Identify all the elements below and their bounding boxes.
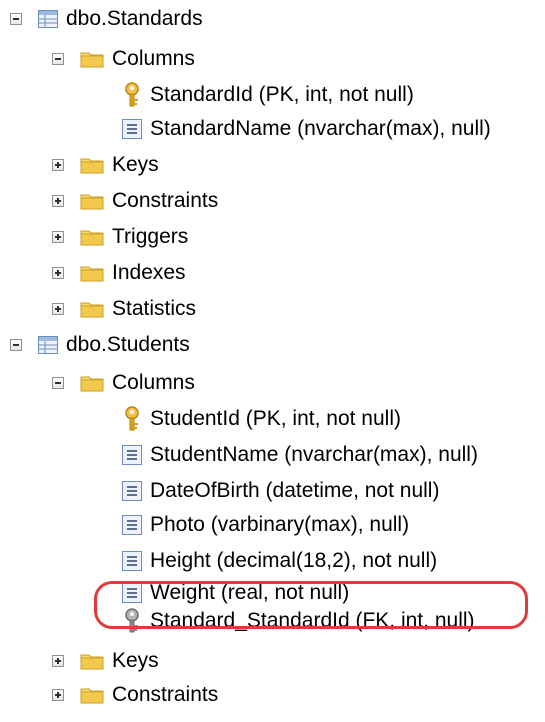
folder-icon (80, 652, 104, 670)
tree-node-standards-constraints[interactable]: Constraints (52, 186, 218, 216)
column-label: StudentId (PK, int, not null) (150, 407, 401, 430)
tree-node-dbo-students[interactable]: dbo.Students (10, 330, 190, 360)
column-studentname[interactable]: StudentName (nvarchar(max), null) (122, 440, 478, 470)
object-explorer-tree: dbo.Standards Columns StandardId (PK, in… (0, 0, 545, 722)
column-label: DateOfBirth (datetime, not null) (150, 479, 440, 502)
table-label: dbo.Students (66, 333, 190, 356)
folder-icon (80, 374, 104, 392)
column-icon (122, 515, 142, 535)
collapse-icon[interactable] (10, 339, 22, 351)
primary-key-icon (122, 82, 142, 108)
column-icon (122, 583, 142, 603)
folder-icon (80, 192, 104, 210)
column-icon (122, 119, 142, 139)
column-photo[interactable]: Photo (varbinary(max), null) (122, 510, 409, 540)
tree-node-standards-statistics[interactable]: Statistics (52, 294, 196, 324)
column-height[interactable]: Height (decimal(18,2), not null) (122, 546, 437, 576)
folder-label: Statistics (112, 297, 197, 320)
expand-icon[interactable] (52, 159, 64, 171)
primary-key-icon (122, 406, 142, 432)
column-icon (122, 481, 142, 501)
folder-icon (80, 228, 104, 246)
collapse-icon[interactable] (52, 53, 64, 65)
column-label: Photo (varbinary(max), null) (150, 513, 410, 536)
folder-icon (80, 300, 104, 318)
column-label: StandardName (nvarchar(max), null) (150, 117, 491, 140)
expand-icon[interactable] (52, 195, 64, 207)
tree-node-standards-triggers[interactable]: Triggers (52, 222, 188, 252)
column-label: Weight (real, not null) (150, 581, 350, 604)
table-icon (38, 336, 58, 354)
column-label: StudentName (nvarchar(max), null) (150, 443, 478, 466)
folder-label: Keys (112, 153, 159, 176)
tree-node-standards-keys[interactable]: Keys (52, 150, 159, 180)
expand-icon[interactable] (52, 689, 64, 701)
column-dateofbirth[interactable]: DateOfBirth (datetime, not null) (122, 476, 439, 506)
folder-icon (80, 50, 104, 68)
column-weight[interactable]: Weight (real, not null) (122, 578, 349, 608)
column-label: StandardId (PK, int, not null) (150, 83, 414, 106)
column-standardid[interactable]: StandardId (PK, int, not null) (122, 80, 414, 110)
column-icon (122, 445, 142, 465)
tree-node-dbo-standards[interactable]: dbo.Standards (10, 4, 203, 34)
tree-node-students-constraints[interactable]: Constraints (52, 680, 218, 710)
folder-label: Constraints (112, 683, 219, 706)
expand-icon[interactable] (52, 303, 64, 315)
expand-icon[interactable] (52, 655, 64, 667)
tree-node-standards-columns[interactable]: Columns (52, 44, 195, 74)
table-icon (38, 10, 58, 28)
tree-node-students-keys[interactable]: Keys (52, 646, 159, 676)
column-icon (122, 551, 142, 571)
foreign-key-icon (122, 608, 142, 634)
folder-label: Constraints (112, 189, 219, 212)
folder-label: Columns (112, 47, 195, 70)
column-studentid[interactable]: StudentId (PK, int, not null) (122, 404, 401, 434)
column-standard-standardid[interactable]: Standard_StandardId (FK, int, null) (122, 606, 475, 636)
collapse-icon[interactable] (10, 13, 22, 25)
folder-icon (80, 156, 104, 174)
tree-node-standards-indexes[interactable]: Indexes (52, 258, 186, 288)
expand-icon[interactable] (52, 267, 64, 279)
folder-label: Keys (112, 649, 159, 672)
tree-node-students-columns[interactable]: Columns (52, 368, 195, 398)
collapse-icon[interactable] (52, 377, 64, 389)
column-label: Standard_StandardId (FK, int, null) (150, 609, 475, 632)
column-label: Height (decimal(18,2), not null) (150, 549, 438, 572)
folder-icon (80, 264, 104, 282)
expand-icon[interactable] (52, 231, 64, 243)
folder-label: Triggers (112, 225, 189, 248)
table-label: dbo.Standards (66, 7, 203, 30)
folder-label: Columns (112, 371, 195, 394)
folder-icon (80, 686, 104, 704)
column-standardname[interactable]: StandardName (nvarchar(max), null) (122, 114, 491, 144)
folder-label: Indexes (112, 261, 186, 284)
